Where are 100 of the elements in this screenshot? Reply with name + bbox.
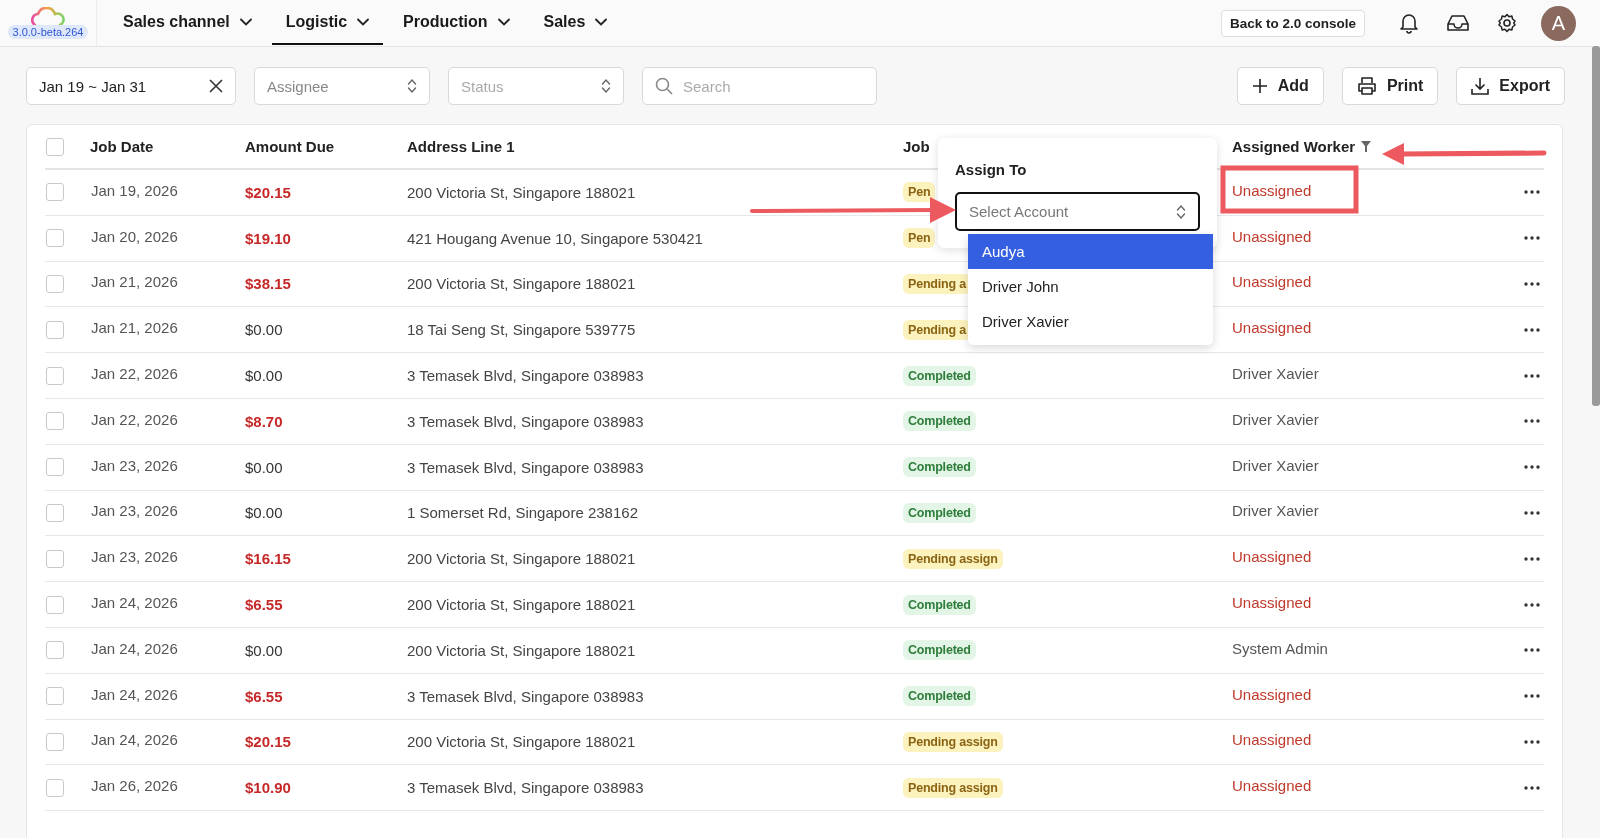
address-cell-text: 18 Tai Seng St, Singapore 539775 — [407, 321, 637, 339]
account-select[interactable]: Select Account — [955, 192, 1200, 231]
assigned-worker-cell[interactable]: Unassigned — [1232, 319, 1504, 337]
address-cell-text: 200 Victoria St, Singapore 188021 — [407, 275, 637, 293]
more-icon[interactable] — [1524, 785, 1540, 790]
job-date-cell-text: Jan 22, 2026 — [91, 365, 179, 383]
address-cell-text: 3 Temasek Blvd, Singapore 038983 — [407, 412, 645, 430]
column-header[interactable]: Job Date — [90, 138, 245, 155]
back-to-console-button[interactable]: Back to 2.0 console — [1220, 9, 1365, 37]
job-date-cell-text: Jan 23, 2026 — [91, 502, 179, 520]
user-avatar[interactable]: A — [1541, 5, 1576, 41]
column-header[interactable]: Amount Due — [245, 138, 407, 155]
more-icon[interactable] — [1524, 465, 1540, 470]
assigned-worker-cell[interactable]: Unassigned — [1232, 273, 1504, 291]
assigned-worker-cell[interactable]: Driver Xavier — [1232, 365, 1504, 383]
row-checkbox[interactable] — [46, 687, 64, 706]
assigned-worker-cell[interactable]: Unassigned — [1232, 548, 1504, 566]
row-checkbox[interactable] — [46, 549, 64, 568]
job-status-label: Completed — [903, 457, 976, 478]
assigned-worker-cell[interactable]: Unassigned — [1232, 181, 1504, 199]
more-icon[interactable] — [1524, 282, 1540, 286]
row-checkbox[interactable] — [46, 595, 64, 614]
more-icon[interactable] — [1524, 739, 1540, 744]
job-status-label: Pending a — [903, 319, 971, 340]
job-status-label: Completed — [903, 502, 976, 523]
sort-caret-icon — [407, 78, 417, 94]
chevron-down-icon — [497, 18, 510, 26]
nav-tab[interactable]: Sales channel — [109, 1, 266, 45]
amount-due-cell-text: $0.00 — [245, 367, 284, 385]
row-checkbox[interactable] — [46, 458, 64, 477]
assigned-worker-cell[interactable]: System Admin — [1232, 639, 1504, 657]
select-all-checkbox[interactable] — [46, 137, 64, 156]
address-cell-text: 200 Victoria St, Singapore 188021 — [407, 641, 637, 659]
plus-icon — [1251, 78, 1268, 94]
sort-caret-icon — [1176, 203, 1186, 220]
assigned-worker-cell[interactable]: Driver Xavier — [1232, 502, 1504, 520]
amount-due-cell-text: $19.10 — [245, 229, 292, 247]
filter-icon[interactable] — [1361, 141, 1372, 152]
row-checkbox[interactable] — [46, 778, 64, 797]
more-icon[interactable] — [1524, 648, 1540, 653]
account-option[interactable]: Driver Xavier — [968, 304, 1213, 339]
job-status-label: Completed — [903, 365, 976, 386]
job-status-label: Completed — [903, 640, 976, 661]
bell-icon[interactable] — [1399, 12, 1419, 34]
amount-due-cell-text: $6.55 — [245, 687, 284, 705]
amount-due-cell-text: $20.15 — [245, 733, 292, 751]
export-button[interactable]: Export — [1456, 67, 1565, 105]
assigned-worker-cell[interactable]: Driver Xavier — [1232, 456, 1504, 474]
inbox-icon[interactable] — [1447, 14, 1469, 32]
row-checkbox[interactable] — [46, 503, 64, 522]
job-date-cell-text: Jan 26, 2026 — [91, 777, 179, 795]
row-checkbox[interactable] — [46, 366, 64, 385]
more-icon[interactable] — [1524, 694, 1540, 699]
row-checkbox[interactable] — [46, 641, 64, 660]
amount-due-cell-text: $0.00 — [245, 641, 284, 659]
more-icon[interactable] — [1524, 190, 1540, 195]
add-button[interactable]: Add — [1236, 67, 1324, 105]
amount-due-cell-text: $10.90 — [245, 779, 292, 797]
more-icon[interactable] — [1524, 327, 1540, 332]
job-date-cell-text: Jan 22, 2026 — [91, 410, 179, 428]
amount-due-cell-text: $0.00 — [245, 321, 284, 339]
more-icon[interactable] — [1524, 556, 1540, 561]
nav-tab[interactable]: Logistic — [271, 1, 384, 45]
more-icon[interactable] — [1524, 373, 1540, 378]
scrollbar[interactable] — [1592, 46, 1600, 406]
nav-tab[interactable]: Sales — [529, 1, 622, 45]
search-icon — [655, 77, 673, 95]
row-checkbox[interactable] — [46, 275, 64, 293]
row-checkbox[interactable] — [46, 412, 64, 431]
amount-due-cell-text: $6.55 — [245, 596, 284, 614]
job-date-cell-text: Jan 21, 2026 — [91, 319, 179, 337]
settings-icon[interactable] — [1497, 13, 1517, 33]
assigned-worker-cell[interactable]: Unassigned — [1232, 731, 1504, 749]
more-icon[interactable] — [1524, 602, 1540, 607]
amount-due-cell-text: $8.70 — [245, 412, 284, 430]
assigned-worker-cell[interactable]: Unassigned — [1232, 777, 1504, 795]
more-icon[interactable] — [1524, 236, 1540, 241]
column-header[interactable]: Address Line 1 — [407, 138, 903, 155]
row-checkbox[interactable] — [46, 732, 64, 751]
assigned-worker-cell[interactable]: Driver Xavier — [1232, 410, 1504, 428]
assigned-worker-cell[interactable]: Unassigned — [1232, 685, 1504, 703]
more-icon[interactable] — [1524, 419, 1540, 424]
address-cell-text: 200 Victoria St, Singapore 188021 — [407, 550, 637, 568]
version-badge: 3.0.0-beta.264 — [7, 25, 89, 39]
account-option[interactable]: Driver John — [968, 269, 1213, 304]
account-option[interactable]: Audya — [968, 234, 1213, 269]
assigned-worker-cell[interactable]: Unassigned — [1232, 594, 1504, 612]
row-checkbox[interactable] — [46, 229, 64, 248]
assignee-select[interactable]: Assignee — [254, 67, 430, 105]
row-checkbox[interactable] — [46, 320, 64, 339]
date-range-field[interactable]: Jan 19 ~ Jan 31 — [26, 67, 236, 105]
nav-tab[interactable]: Production — [389, 1, 524, 45]
close-icon[interactable] — [209, 79, 223, 93]
print-button[interactable]: Print — [1341, 67, 1439, 105]
row-checkbox[interactable] — [46, 183, 64, 202]
assigned-worker-cell[interactable]: Unassigned — [1232, 227, 1504, 245]
job-date-cell-text: Jan 24, 2026 — [91, 685, 179, 703]
address-cell-text: 1 Somerset Rd, Singapore 238162 — [407, 504, 639, 522]
column-header[interactable]: Assigned Worker — [1232, 138, 1356, 155]
more-icon[interactable] — [1524, 510, 1540, 515]
